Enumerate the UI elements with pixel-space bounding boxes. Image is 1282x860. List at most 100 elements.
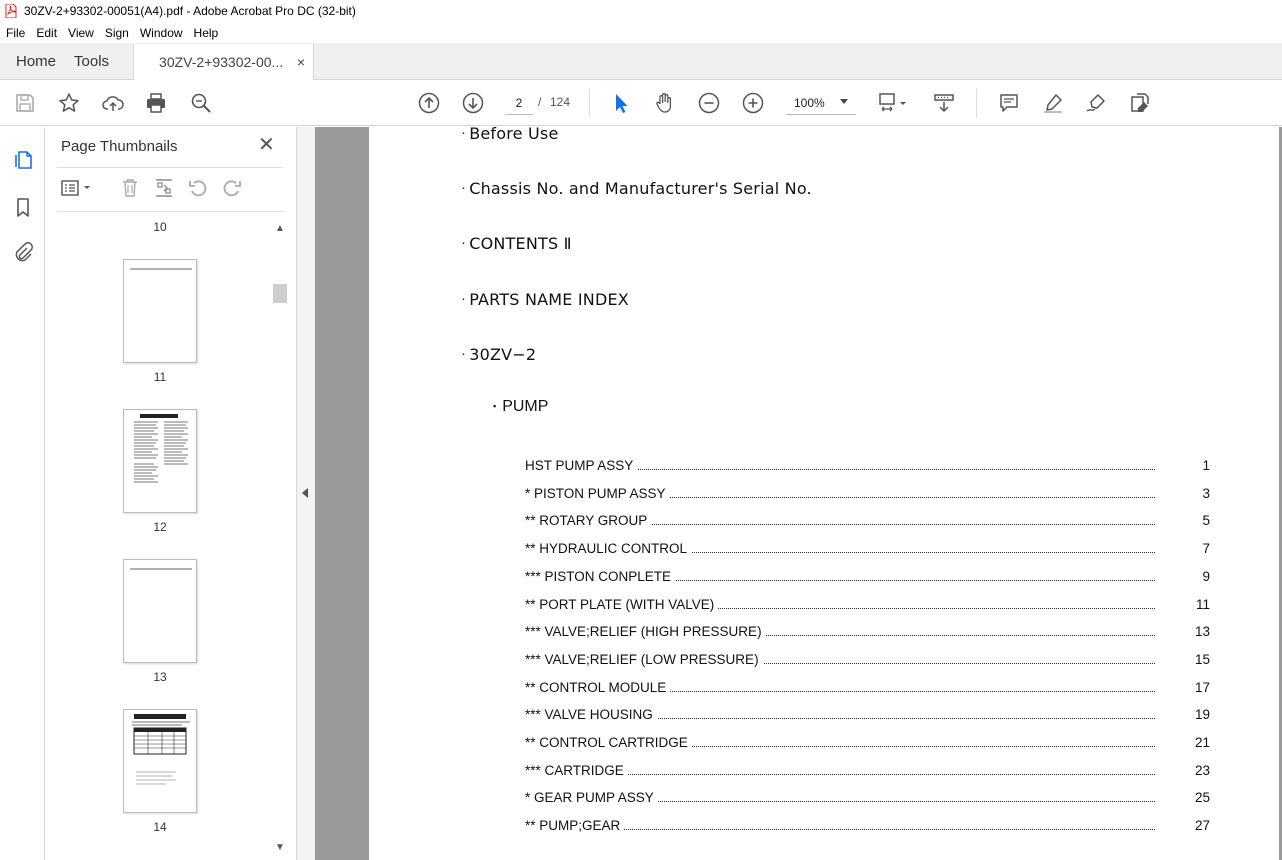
edit-document-icon[interactable] (1128, 91, 1152, 115)
page-total: 124 (550, 95, 571, 109)
toc-entry-name: ** CONTROL CARTRIDGE (525, 735, 692, 750)
toc-entry[interactable]: *** VALVE;RELIEF (HIGH PRESSURE) 13 (525, 624, 1210, 640)
toc-entry-page: 15 (1194, 651, 1210, 667)
thumbnails-panel: Page Thumbnails ✕ 10 11 12 13 14 ▲ ▼ (45, 127, 296, 860)
toc-entry-page: 23 (1194, 762, 1210, 778)
thumbnail-label: 10 (153, 220, 167, 234)
toc-entry[interactable]: *** VALVE;RELIEF (LOW PRESSURE) 15 (525, 651, 1210, 668)
cloud-upload-icon[interactable] (101, 91, 125, 115)
tab-bar: Home Tools 30ZV-2+93302-00... × (0, 43, 1282, 80)
toolbar-divider (976, 89, 977, 117)
toc-heading[interactable]: ･ PARTS NAME INDEX (461, 290, 629, 309)
save-icon[interactable] (13, 91, 37, 115)
toc-entry[interactable]: HST PUMP ASSY 1 (525, 458, 1210, 474)
toc-entry-page: 9 (1202, 568, 1210, 584)
menu-file[interactable]: File (0, 26, 30, 40)
thumbnail-label: 12 (153, 520, 167, 534)
insert-pages-icon[interactable] (153, 177, 175, 199)
page-number-input[interactable]: 2 (505, 91, 533, 115)
thumbnail-scrollbar[interactable]: ▲ ▼ (272, 219, 288, 859)
attachment-icon[interactable] (11, 240, 35, 264)
menu-sign[interactable]: Sign (99, 26, 134, 40)
toc-entry-page: 7 (1202, 541, 1210, 557)
toc-entry-name: *** VALVE;RELIEF (HIGH PRESSURE) (525, 624, 766, 640)
close-panel-button[interactable]: ✕ (258, 135, 275, 155)
toc-entry-page: 5 (1202, 513, 1210, 529)
toc-entry-name: ** PORT PLATE (WITH VALVE) (525, 596, 719, 612)
scrollbar-thumb[interactable] (273, 284, 287, 303)
toc-entry[interactable]: ** PORT PLATE (WITH VALVE) 11 (525, 596, 1210, 613)
scroll-up-icon[interactable]: ▲ (275, 223, 285, 234)
hand-tool-icon[interactable] (653, 91, 677, 115)
toc-entry-name: ** HYDRAULIC CONTROL (525, 541, 692, 557)
menu-edit[interactable]: Edit (30, 26, 62, 40)
acrobat-pdf-icon (4, 4, 18, 18)
print-icon[interactable] (144, 91, 168, 115)
menu-view[interactable]: View (62, 26, 99, 40)
main-toolbar (0, 80, 1282, 126)
toc-entry-page: 13 (1194, 624, 1210, 640)
window-title: 30ZV-2+93302-00051(A4).pdf - Adobe Acrob… (24, 4, 356, 18)
tab-home[interactable]: Home (0, 43, 72, 79)
scroll-mode-icon[interactable] (932, 91, 956, 115)
panel-splitter[interactable] (296, 127, 315, 860)
toc-entry[interactable]: ** ROTARY GROUP 5 (525, 513, 1210, 529)
options-menu-icon[interactable] (59, 177, 95, 199)
comment-icon[interactable] (997, 91, 1021, 115)
select-cursor-icon[interactable] (609, 91, 633, 115)
toc-entry-page: 17 (1194, 679, 1210, 695)
toc-entry[interactable]: *** VALVE HOUSING 19 (525, 707, 1210, 723)
thumbnail-page-14[interactable] (123, 709, 197, 813)
toc-entry-name: *** VALVE HOUSING (525, 707, 657, 723)
highlight-pen-icon[interactable] (1041, 91, 1065, 115)
toc-entry[interactable]: ** PUMP;GEAR 27 (525, 818, 1210, 834)
zoom-in-icon[interactable] (741, 91, 765, 115)
toc-entry[interactable]: ** HYDRAULIC CONTROL 7 (525, 541, 1210, 557)
section-heading[interactable]: ▪ PUMP (493, 398, 548, 416)
thumbnail-page-11[interactable] (123, 259, 197, 363)
toc-heading[interactable]: ･ CONTENTS Ⅱ (461, 234, 572, 253)
fit-page-icon[interactable] (876, 91, 910, 115)
tab-document[interactable]: 30ZV-2+93302-00... × (133, 44, 315, 80)
divider (57, 211, 283, 212)
toc-entry-page: 25 (1194, 790, 1210, 806)
draw-sign-icon[interactable] (1084, 91, 1108, 115)
page-thumbnails-icon[interactable] (11, 147, 35, 171)
menu-help[interactable]: Help (188, 26, 224, 40)
thumbnail-tools (59, 175, 279, 203)
delete-icon[interactable] (119, 177, 141, 199)
search-zoom-icon[interactable] (189, 91, 213, 115)
rotate-counterclockwise-icon[interactable] (187, 177, 209, 199)
thumbnail-page-12[interactable] (123, 409, 197, 513)
tab-close-button[interactable]: × (297, 54, 305, 70)
star-icon[interactable] (57, 91, 81, 115)
toc-entry-page: 19 (1194, 707, 1210, 723)
divider (57, 167, 283, 168)
previous-page-icon[interactable] (417, 91, 441, 115)
zoom-out-icon[interactable] (697, 91, 721, 115)
toc-entry[interactable]: ** CONTROL MODULE 17 (525, 679, 1210, 696)
toc-entry[interactable]: ** CONTROL CARTRIDGE 21 (525, 735, 1210, 751)
rotate-clockwise-icon[interactable] (221, 177, 243, 199)
toc-heading[interactable]: ･ Chassis No. and Manufacturer's Serial N… (461, 179, 812, 198)
thumbnail-label: 11 (153, 370, 167, 384)
tab-tools[interactable]: Tools (72, 43, 125, 79)
toc-heading[interactable]: ･ 30ZV−2 (461, 345, 536, 364)
chevron-down-icon[interactable] (840, 99, 848, 104)
scroll-down-icon[interactable]: ▼ (275, 842, 285, 853)
toc-entry[interactable]: *** PISTON CONPLETE 9 (525, 568, 1210, 585)
toc-entry[interactable]: * PISTON PUMP ASSY 3 (525, 485, 1210, 502)
menu-window[interactable]: Window (134, 26, 188, 40)
bookmark-icon[interactable] (11, 195, 35, 219)
toc-heading[interactable]: ･ Before Use (461, 127, 559, 143)
document-viewport[interactable]: ･ Before Use ･ Chassis No. and Manufacture… (315, 127, 1282, 860)
toc-entry-name: ** ROTARY GROUP (525, 513, 652, 529)
toc-entry[interactable]: *** CARTRIDGE 23 (525, 762, 1210, 779)
collapse-panel-icon[interactable] (302, 488, 308, 498)
next-page-icon[interactable] (461, 91, 485, 115)
toc-entry-name: *** VALVE;RELIEF (LOW PRESSURE) (525, 651, 763, 667)
toc-entry[interactable]: * GEAR PUMP ASSY 25 (525, 790, 1210, 806)
menu-bar: File Edit View Sign Window Help (0, 22, 1282, 43)
thumbnail-page-13[interactable] (123, 559, 197, 663)
thumbnail-label: 14 (153, 820, 167, 834)
